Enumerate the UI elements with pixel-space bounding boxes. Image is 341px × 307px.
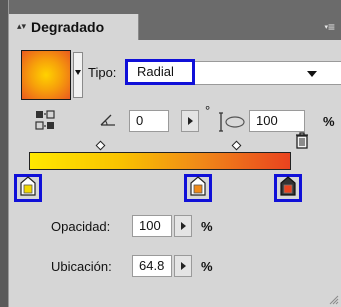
aspect-ratio-icon bbox=[219, 112, 245, 132]
reverse-gradient-icon[interactable] bbox=[35, 110, 55, 130]
tab-collapse-icon[interactable]: ▴▾ bbox=[17, 21, 26, 32]
opacity-unit: % bbox=[201, 219, 213, 234]
gradient-swatch[interactable] bbox=[21, 50, 71, 100]
location-unit: % bbox=[201, 259, 213, 274]
type-label: Tipo: bbox=[88, 65, 117, 80]
chevron-right-icon bbox=[181, 222, 186, 230]
aspect-ratio-input[interactable]: 100 bbox=[249, 110, 305, 132]
aspect-unit: % bbox=[323, 114, 335, 129]
chevron-down-icon[interactable] bbox=[307, 71, 317, 77]
angle-input[interactable]: 0 bbox=[129, 110, 169, 132]
tab-gradient[interactable]: ▴▾ Degradado bbox=[9, 14, 139, 40]
opacity-stepper-button[interactable] bbox=[174, 215, 192, 237]
opacity-label: Opacidad: bbox=[51, 219, 111, 234]
gradient-panel: ▴▾ Degradado ▾≡ Tipo: Radial 0 ° 100 % O… bbox=[8, 0, 341, 307]
degree-symbol: ° bbox=[205, 103, 211, 118]
trash-icon[interactable] bbox=[293, 130, 311, 150]
chevron-right-icon bbox=[181, 262, 186, 270]
location-stepper-button[interactable] bbox=[174, 255, 192, 277]
chevron-right-icon bbox=[188, 117, 193, 125]
resize-grip-icon[interactable] bbox=[327, 293, 339, 305]
tab-gradient-label: Degradado bbox=[31, 19, 105, 35]
panel-menu-icon[interactable]: ▾≡ bbox=[317, 20, 335, 34]
swatch-dropdown-button[interactable] bbox=[73, 52, 83, 98]
color-stop[interactable] bbox=[190, 176, 206, 196]
location-input[interactable]: 64.8 bbox=[132, 255, 172, 277]
opacity-input[interactable]: 100 bbox=[132, 215, 172, 237]
type-highlight-box bbox=[125, 59, 195, 85]
chevron-down-icon bbox=[75, 70, 81, 75]
gradient-slider[interactable] bbox=[29, 152, 291, 170]
midpoint-marker[interactable] bbox=[231, 140, 242, 151]
location-label: Ubicación: bbox=[51, 259, 112, 274]
midpoint-marker[interactable] bbox=[95, 140, 106, 151]
angle-stepper-button[interactable] bbox=[181, 110, 199, 132]
color-stop[interactable] bbox=[20, 176, 36, 196]
angle-icon bbox=[100, 114, 115, 126]
color-stop-selected[interactable] bbox=[280, 176, 296, 196]
panel-header: ▴▾ Degradado ▾≡ bbox=[9, 0, 341, 40]
